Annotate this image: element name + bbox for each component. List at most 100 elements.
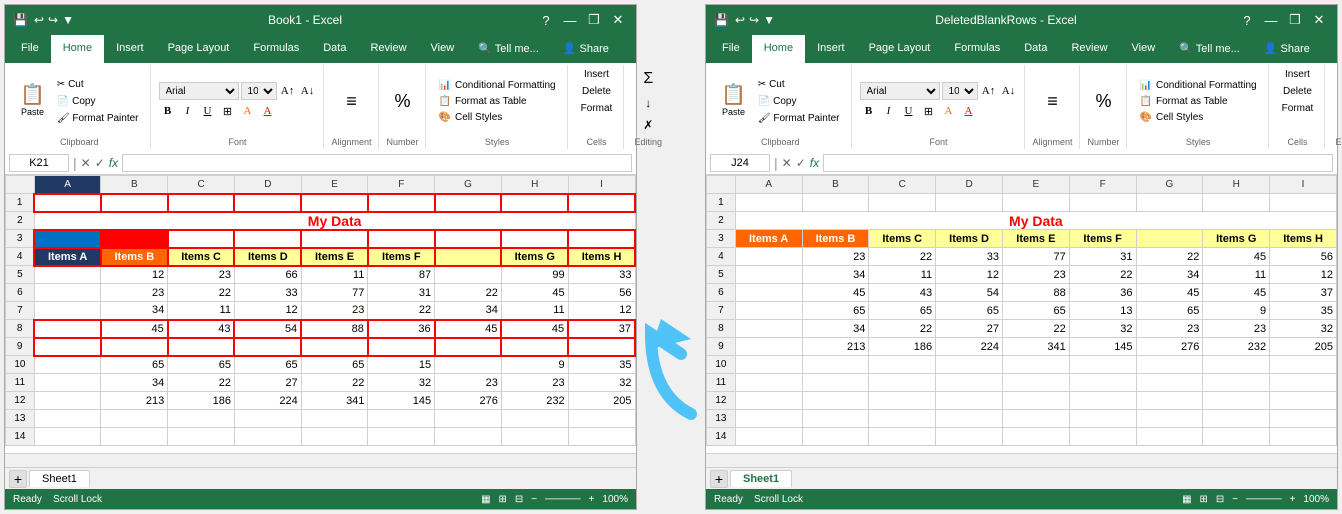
right-cell-7G[interactable]: 65 <box>1136 302 1203 320</box>
right-cell-10G[interactable] <box>1136 356 1203 374</box>
left-cell-12A[interactable] <box>34 392 101 410</box>
right-cell-11H[interactable] <box>1203 374 1270 392</box>
right-cell-5B[interactable]: 34 <box>802 266 869 284</box>
left-fontcolor-btn[interactable]: A <box>259 102 277 120</box>
right-cell-9F[interactable]: 145 <box>1069 338 1136 356</box>
right-font-select[interactable]: Arial <box>860 82 940 100</box>
left-tab-view[interactable]: View <box>419 35 467 63</box>
right-cell-13G[interactable] <box>1136 410 1203 428</box>
right-cell-8D[interactable]: 27 <box>936 320 1003 338</box>
left-tab-review[interactable]: Review <box>358 35 418 63</box>
left-cell-7D[interactable]: 12 <box>234 302 301 320</box>
right-cell-9G[interactable]: 276 <box>1136 338 1203 356</box>
right-cell-7C[interactable]: 65 <box>869 302 936 320</box>
left-cell-9B[interactable] <box>101 338 168 356</box>
left-col-A[interactable]: A <box>34 176 101 194</box>
left-zoom-plus-btn[interactable]: + <box>589 494 595 505</box>
right-view-normal-icon[interactable]: ▦ <box>1182 494 1191 505</box>
left-sheet1-tab[interactable]: Sheet1 <box>29 470 90 487</box>
left-cell-11E[interactable]: 22 <box>301 374 368 392</box>
right-number-btn[interactable]: % <box>1088 88 1120 115</box>
left-tab-share[interactable]: 👤 Share <box>551 35 621 63</box>
right-cell-11G[interactable] <box>1136 374 1203 392</box>
left-cell-12G[interactable]: 276 <box>435 392 502 410</box>
left-cell-1C[interactable] <box>168 194 235 212</box>
right-cancel-formula-icon[interactable]: ✕ <box>782 156 792 170</box>
right-col-H[interactable]: H <box>1203 176 1270 194</box>
right-cell-6A[interactable] <box>735 284 802 302</box>
right-cell-11I[interactable] <box>1270 374 1337 392</box>
left-cell-8B[interactable]: 45 <box>101 320 168 338</box>
right-col-F[interactable]: F <box>1069 176 1136 194</box>
right-increase-font-btn[interactable]: A↑ <box>980 82 998 100</box>
right-delete-cell-btn[interactable]: Delete <box>1278 84 1317 99</box>
right-cell-1A[interactable] <box>735 194 802 212</box>
right-bold-btn[interactable]: B <box>860 102 878 120</box>
right-cell-10C[interactable] <box>869 356 936 374</box>
left-cell-1E[interactable] <box>301 194 368 212</box>
right-tab-insert[interactable]: Insert <box>805 35 857 63</box>
left-cell-10E[interactable]: 65 <box>301 356 368 374</box>
left-cell-4A[interactable]: Items A <box>34 248 101 266</box>
left-cell-13C[interactable] <box>168 410 235 428</box>
left-cell-3E[interactable] <box>301 230 368 248</box>
right-cell-8C[interactable]: 22 <box>869 320 936 338</box>
left-cell-10H[interactable]: 9 <box>501 356 568 374</box>
right-cell-5C[interactable]: 11 <box>869 266 936 284</box>
right-cell-4I[interactable]: 56 <box>1270 248 1337 266</box>
right-tab-view[interactable]: View <box>1120 35 1168 63</box>
right-cell-6B[interactable]: 45 <box>802 284 869 302</box>
right-add-sheet-btn[interactable]: + <box>710 470 728 488</box>
left-cell-14E[interactable] <box>301 428 368 446</box>
right-cell-13B[interactable] <box>802 410 869 428</box>
right-cell-3F[interactable]: Items F <box>1069 230 1136 248</box>
left-cell-14D[interactable] <box>234 428 301 446</box>
right-cell-14F[interactable] <box>1069 428 1136 446</box>
left-cell-12F[interactable]: 145 <box>368 392 435 410</box>
right-tab-data[interactable]: Data <box>1012 35 1059 63</box>
right-cell-12D[interactable] <box>936 392 1003 410</box>
right-cell-8A[interactable] <box>735 320 802 338</box>
left-cell-8G[interactable]: 45 <box>435 320 502 338</box>
left-cell-12H[interactable]: 232 <box>501 392 568 410</box>
left-cell-1D[interactable] <box>234 194 301 212</box>
left-cell-4H[interactable]: Items G <box>501 248 568 266</box>
right-cell-7F[interactable]: 13 <box>1069 302 1136 320</box>
right-minimize-btn[interactable]: — <box>1261 10 1281 30</box>
left-cell-14F[interactable] <box>368 428 435 446</box>
right-decrease-font-btn[interactable]: A↓ <box>1000 82 1018 100</box>
left-alignment-btn[interactable]: ≡ <box>336 88 368 115</box>
left-cell-6I[interactable]: 56 <box>568 284 635 302</box>
left-view-page-icon[interactable]: ⊟ <box>515 494 523 505</box>
right-scroll-area[interactable] <box>706 453 1337 467</box>
left-cell-10C[interactable]: 65 <box>168 356 235 374</box>
right-cell-1H[interactable] <box>1203 194 1270 212</box>
left-cell-4B[interactable]: Items B <box>101 248 168 266</box>
right-cell-5D[interactable]: 12 <box>936 266 1003 284</box>
right-cell-4B[interactable]: 23 <box>802 248 869 266</box>
right-zoom-slider[interactable]: ───── <box>1246 494 1281 505</box>
left-col-I[interactable]: I <box>568 176 635 194</box>
left-cell-4E[interactable]: Items E <box>301 248 368 266</box>
left-cell-11I[interactable]: 32 <box>568 374 635 392</box>
right-confirm-formula-icon[interactable]: ✓ <box>796 156 806 170</box>
left-cell-9A[interactable] <box>34 338 101 356</box>
right-cell-7I[interactable]: 35 <box>1270 302 1337 320</box>
left-dropdown-btn[interactable]: ▼ <box>62 13 74 27</box>
left-cell-9G[interactable] <box>435 338 502 356</box>
left-cell-10D[interactable]: 65 <box>234 356 301 374</box>
left-cell-11G[interactable]: 23 <box>435 374 502 392</box>
right-cell-6E[interactable]: 88 <box>1002 284 1069 302</box>
right-cell-3E[interactable]: Items E <box>1002 230 1069 248</box>
left-cell-4F[interactable]: Items F <box>368 248 435 266</box>
right-cell-10A[interactable] <box>735 356 802 374</box>
left-cell-1F[interactable] <box>368 194 435 212</box>
right-cell-title[interactable]: My Data <box>735 212 1336 230</box>
right-cell-7H[interactable]: 9 <box>1203 302 1270 320</box>
left-bold-btn[interactable]: B <box>159 102 177 120</box>
right-cell-5F[interactable]: 22 <box>1069 266 1136 284</box>
left-insert-cell-btn[interactable]: Insert <box>579 67 614 82</box>
left-cell-13F[interactable] <box>368 410 435 428</box>
right-fontsize-select[interactable]: 10 <box>942 82 978 100</box>
right-cell-11F[interactable] <box>1069 374 1136 392</box>
